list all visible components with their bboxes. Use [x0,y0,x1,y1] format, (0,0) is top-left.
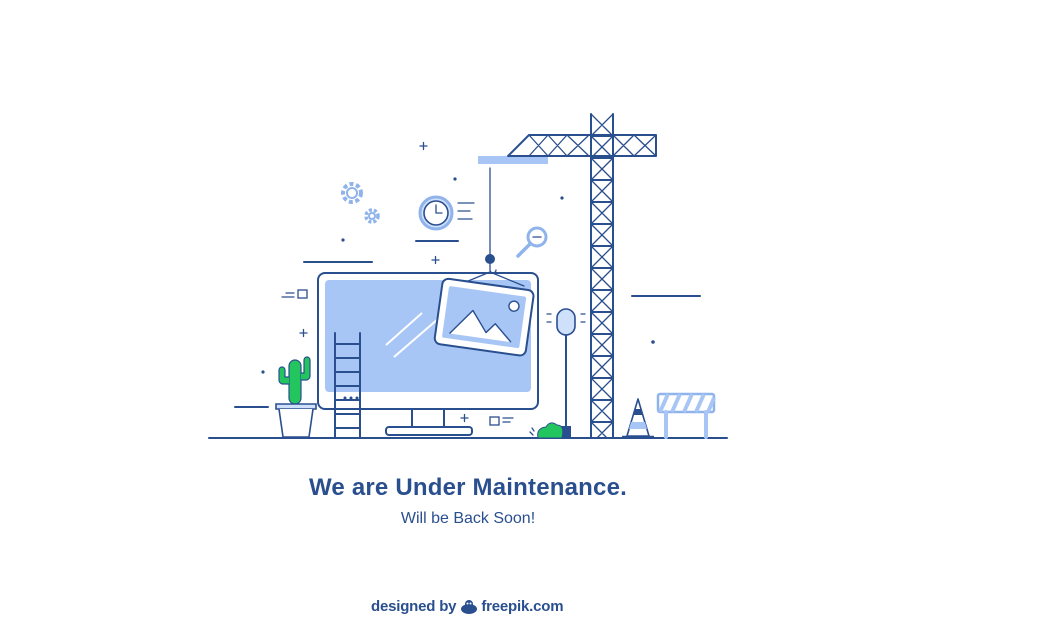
clock-icon [418,195,475,231]
freepik-credit[interactable]: designed by freepik.com [371,598,564,615]
maintenance-illustration: .ln { stroke: #2a4f8f; stroke-width: 2; … [208,113,728,439]
traffic-cone-icon [622,398,654,439]
page-subtitle: Will be Back Soon! [400,510,536,527]
bush-icon [529,422,564,439]
page-title: We are Under Maintenance. [309,474,627,501]
gear-icon [341,182,380,224]
lamp-icon [546,308,586,438]
credit-prefix: designed by [371,598,457,615]
cactus-icon [275,356,317,438]
credit-brand: freepik.com [481,598,564,615]
barrier-icon [656,392,716,439]
magnifier-icon [516,226,548,258]
freepik-logo-icon [461,599,478,614]
picture-frame-icon [433,277,535,357]
